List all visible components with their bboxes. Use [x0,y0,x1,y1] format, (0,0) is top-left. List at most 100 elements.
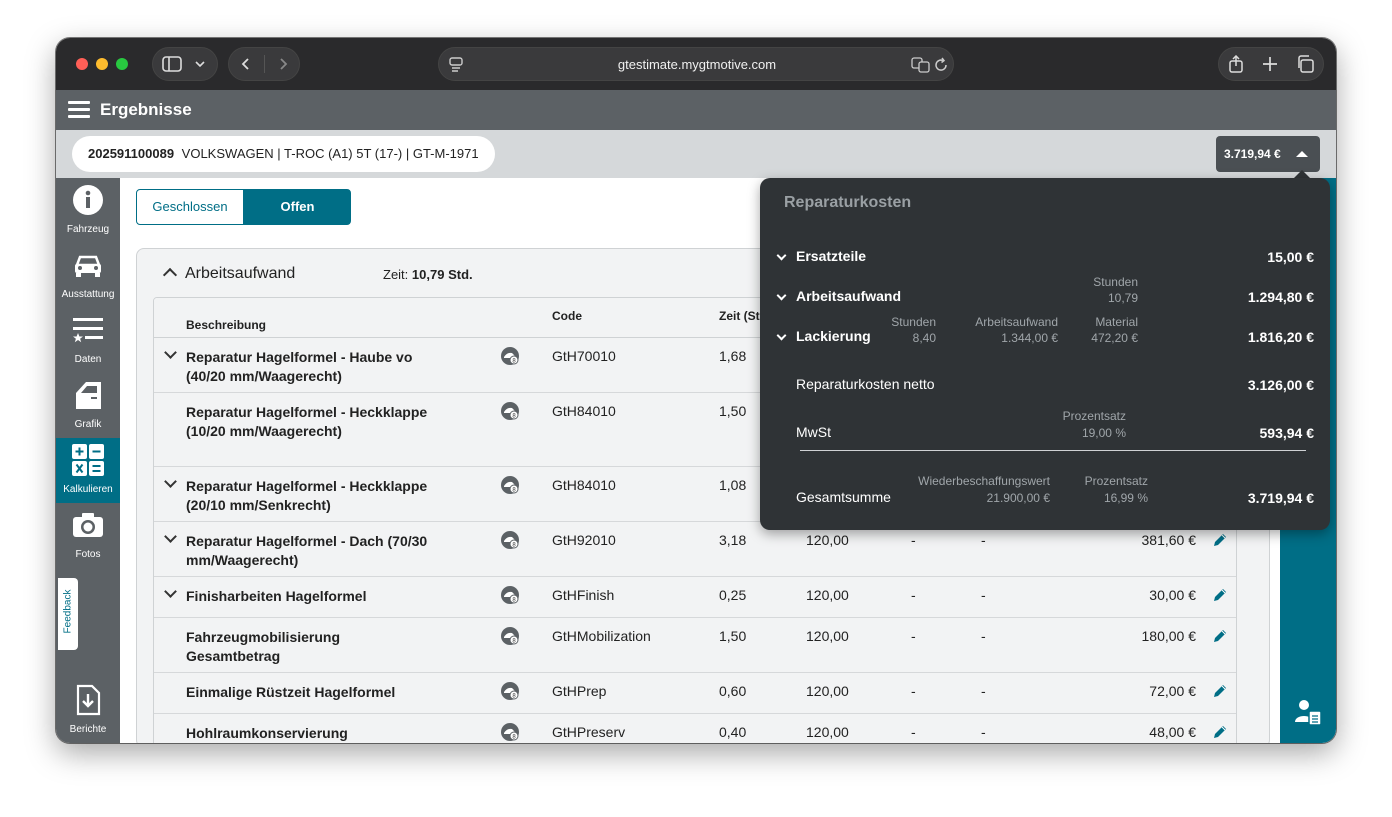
close-window-button[interactable] [76,58,88,70]
row-description: Einmalige Rüstzeit Hagelformel [186,684,396,700]
car-door-icon [76,382,101,409]
row-col-a: - [911,587,916,603]
chevron-down-icon[interactable] [164,475,177,488]
row-code: GtH84010 [552,477,616,493]
row-satz: 120,00 [806,532,849,548]
forward-icon[interactable] [275,56,291,72]
table-row[interactable]: Fahrzeugmobilisierung Gesamtbetrag 8 GtHMo… [154,618,1236,673]
arbeitsaufwand-value: 1.294,80 € [1247,289,1314,305]
lackierung-aa: 1.344,00 € [1001,331,1058,345]
sidebar-item-fotos[interactable]: Fotos [56,503,120,568]
lackierung-stunden-label: Stunden [891,315,936,329]
hail-repair-icon: 8 [501,627,519,645]
arbeitsaufwand-label: Arbeitsaufwand [796,288,902,304]
repair-cost-popup: Reparaturkosten Ersatzteile 15,00 € Arbe… [760,178,1330,530]
row-satz: 120,00 [806,724,849,740]
row-col-b: - [981,628,986,644]
tab-overview-icon[interactable] [1296,55,1314,73]
chevron-down-icon[interactable] [164,346,177,359]
row-col-a: - [911,683,916,699]
table-row[interactable]: Reparatur Hagelformel - Dach (70/30 mm/W… [154,522,1236,577]
sidebar-toggle-button[interactable] [152,47,218,81]
edit-icon[interactable] [1212,532,1228,548]
row-description: Reparatur Hagelformel - Haube vo (40/20 … [186,349,413,384]
hail-repair-icon: 8 [501,723,519,741]
sidebar-item-grafik[interactable]: Grafik [56,373,120,438]
mwst-label: MwSt [796,424,831,440]
hail-repair-icon: 8 [501,586,519,604]
status-toggle: Geschlossen Offen [136,189,351,225]
sidebar-item-daten[interactable]: Daten [56,308,120,373]
chevron-down-icon[interactable] [164,530,177,543]
browser-toolbar: gtestimate.mygtmotive.com [56,38,1336,90]
row-zeit: 1,50 [719,403,747,419]
new-tab-icon[interactable] [1262,56,1278,72]
sidebar-item-label: Berichte [69,724,107,735]
total-cost-value: 3.719,94 € [1224,147,1281,161]
row-zeit: 3,18 [719,532,747,548]
vehicle-chip[interactable]: 202591100089 VOLKSWAGEN | T-ROC (A1) 5T … [72,136,495,172]
row-col-a: - [911,724,916,740]
sidebar-item-ausstattung[interactable]: Ausstattung [56,243,120,308]
popup-title: Reparaturkosten [784,194,912,211]
row-code: GtHPrep [552,683,607,699]
ersatzteile-label: Ersatzteile [796,248,867,264]
table-row[interactable]: Einmalige Rüstzeit Hagelformel 8 GtHPrep 0,… [154,673,1236,714]
sidebar-item-label: Grafik [74,419,102,430]
back-icon[interactable] [238,56,254,72]
vehicle-description: VOLKSWAGEN | T-ROC (A1) 5T (17-) | GT-M-… [181,146,479,161]
address-bar[interactable]: gtestimate.mygtmotive.com [438,47,954,81]
edit-icon[interactable] [1212,587,1228,603]
edit-icon[interactable] [1212,628,1228,644]
section-header[interactable]: Arbeitsaufwand [162,265,296,283]
sidebar-item-label: Kalkulieren [63,484,113,495]
user-report-icon[interactable] [1294,698,1322,726]
sidebar-item-fahrzeug[interactable]: Fahrzeug [56,178,120,243]
row-zeit: 1,50 [719,628,747,644]
row-description: Fahrzeugmobilisierung Gesamtbetrag [186,629,341,664]
sidebar-item-kalkulieren[interactable]: Kalkulieren [56,438,120,503]
sidebar-item-label: Fotos [75,549,101,560]
share-icon[interactable] [1228,55,1244,73]
row-description: Reparatur Hagelformel - Heckklappe (10/2… [186,404,428,439]
table-row[interactable]: Finisharbeiten Hagelformel 8 GtHFinish 0,25… [154,577,1236,618]
sidebar-item-berichte[interactable]: Berichte [56,678,120,743]
chevron-down-icon[interactable] [164,585,177,598]
maximize-window-button[interactable] [116,58,128,70]
edit-icon[interactable] [1212,683,1228,699]
row-code: GtHFinish [552,587,615,603]
feedback-label: Feedback [62,589,74,634]
menu-icon[interactable] [68,101,90,119]
url-text: gtestimate.mygtmotive.com [617,57,777,72]
row-description: Hohlraumkonservierung [186,725,348,741]
row-zeit: 0,40 [719,724,747,740]
mwst-value: 593,94 € [1259,425,1315,441]
total-cost-button[interactable]: 3.719,94 € [1216,136,1320,172]
row-description: Reparatur Hagelformel - Dach (70/30 mm/W… [186,533,428,568]
translate-icon[interactable] [911,57,931,73]
tab-offen[interactable]: Offen [244,189,351,225]
wbw-value: 21.900,00 € [986,491,1050,505]
divider [800,450,1306,451]
row-satz: 120,00 [806,587,849,603]
app-header: Ergebnisse [56,90,1336,130]
feedback-tab[interactable]: Feedback [58,578,78,650]
browser-window: gtestimate.mygtmotive.com Ergebnisse 202… [56,38,1336,743]
chevron-down-icon [776,250,787,261]
section-time: Zeit: 10,79 Std. [383,267,473,282]
car-icon [75,255,101,277]
tab-geschlossen[interactable]: Geschlossen [136,189,244,225]
hail-repair-icon: 8 [501,476,519,494]
row-code: GtH84010 [552,403,616,419]
browser-actions [1218,47,1324,81]
gesamt-pct-label: Prozentsatz [1084,474,1148,488]
section-title: Arbeitsaufwand [185,265,296,282]
camera-icon [73,513,103,537]
arbeitsaufwand-stunden-label: Stunden [1093,275,1138,289]
row-description: Finisharbeiten Hagelformel [186,588,367,604]
minimize-window-button[interactable] [96,58,108,70]
table-row[interactable]: Hohlraumkonservierung 8 GtHPreserv 0,40 120,… [154,714,1236,743]
lackierung-material: 472,20 € [1091,331,1138,345]
edit-icon[interactable] [1212,724,1228,740]
reload-icon[interactable] [933,57,949,73]
